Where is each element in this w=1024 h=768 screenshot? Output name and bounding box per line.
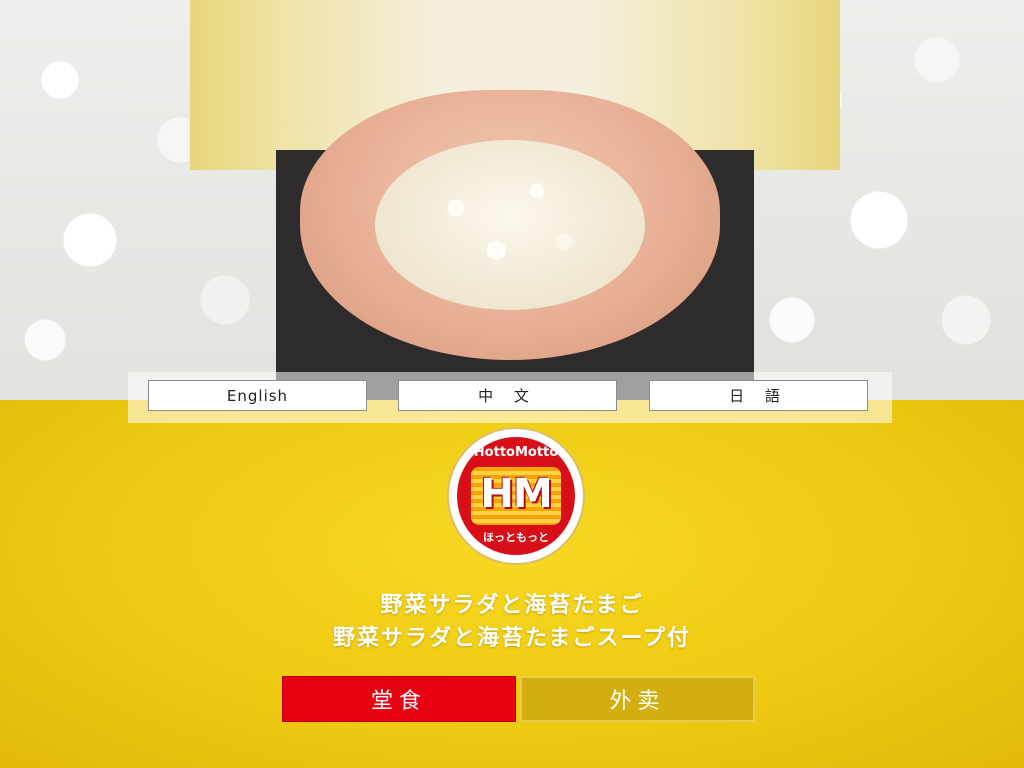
language-english-button[interactable]: English bbox=[148, 380, 367, 411]
hottomotto-logo: HottoMotto HM ほっともっと bbox=[449, 429, 583, 563]
product-name-with-soup: 野菜サラダと海苔たまごスープ付 bbox=[332, 626, 692, 651]
language-chinese-button[interactable]: 中 文 bbox=[398, 380, 617, 411]
takeout-button[interactable]: 外卖 bbox=[520, 676, 755, 722]
dine-in-button[interactable]: 堂食 bbox=[282, 676, 516, 722]
product-name: 野菜サラダと海苔たまご bbox=[380, 593, 644, 618]
logo-brand-text: HottoMotto bbox=[473, 445, 559, 460]
rice-in-hands bbox=[375, 140, 645, 310]
language-bar: English 中 文 日 語 bbox=[128, 372, 892, 423]
hero-photo bbox=[0, 0, 1024, 400]
language-japanese-button[interactable]: 日 語 bbox=[649, 380, 868, 411]
logo-kana-text: ほっともっと bbox=[483, 531, 549, 544]
logo-monogram: HM bbox=[480, 471, 552, 517]
